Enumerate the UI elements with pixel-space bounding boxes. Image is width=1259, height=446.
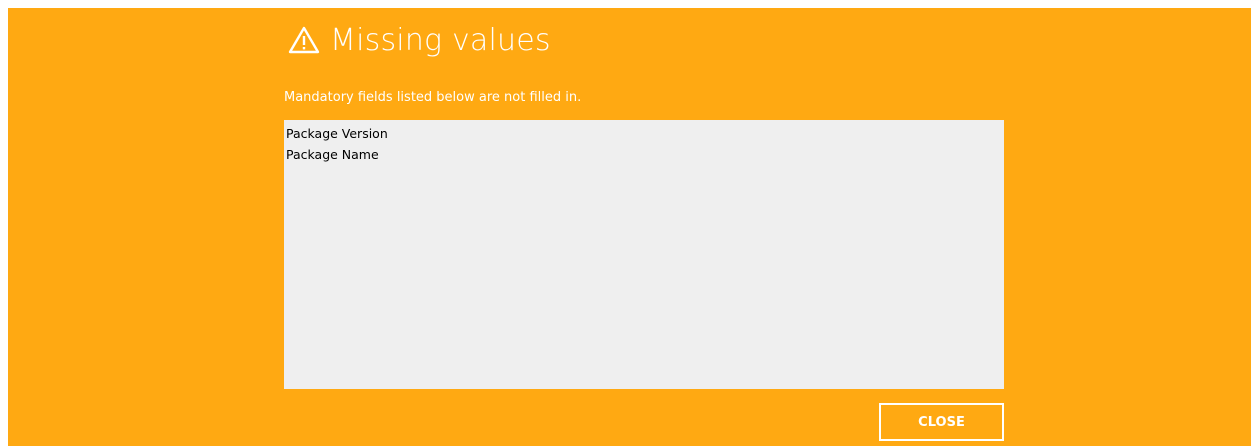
close-button[interactable]: CLOSE [879, 403, 1004, 441]
list-item[interactable]: Package Name [286, 144, 1002, 165]
dialog-title: Missing values [330, 22, 551, 58]
list-item[interactable]: Package Version [286, 123, 1002, 144]
dialog-header: Missing values [288, 16, 551, 64]
dialog-backdrop: Missing values Mandatory fields listed b… [8, 8, 1251, 446]
missing-values-dialog: Missing values Mandatory fields listed b… [284, 8, 1004, 446]
warning-icon [288, 26, 320, 54]
dialog-message: Mandatory fields listed below are not fi… [284, 90, 582, 105]
missing-fields-list[interactable]: Package Version Package Name [284, 120, 1004, 389]
